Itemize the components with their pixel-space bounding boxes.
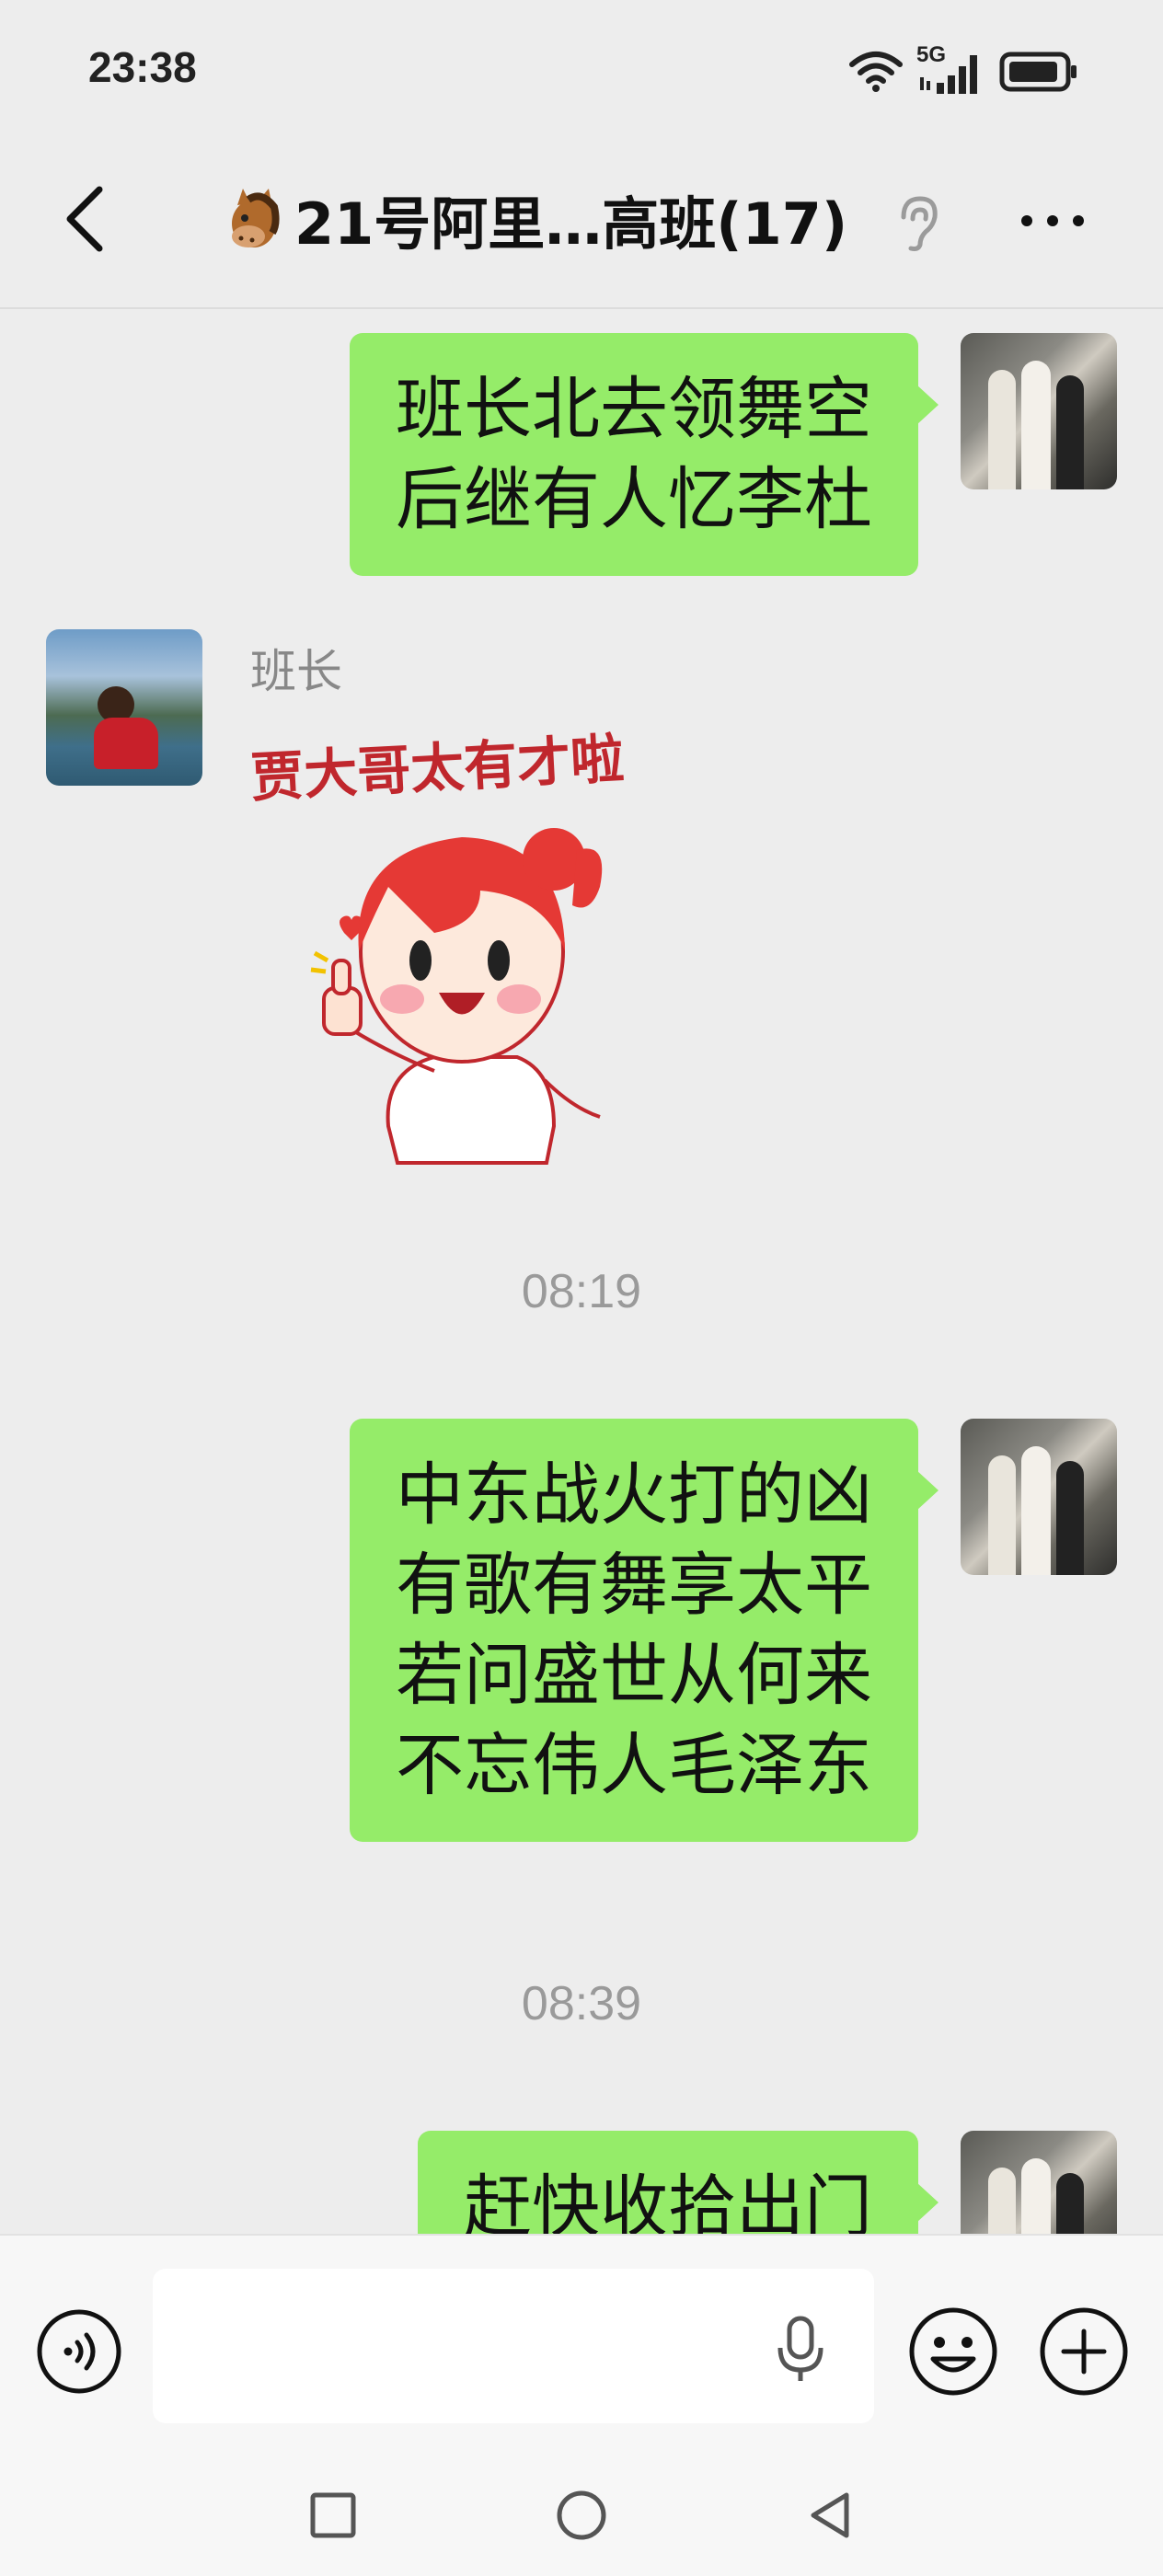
battery-icon [999,52,1077,92]
status-bar: 23:38 5G [0,0,1163,138]
message-line: 中东战火打的凶 [396,1455,872,1535]
chat-title-group[interactable]: 21号阿里…高班(17) [221,182,847,258]
message-line: 后继有人忆李杜 [396,460,872,539]
sender-name: 班长 [250,645,342,698]
message-bubble[interactable]: 赶快收拾出门 [418,2131,938,2234]
recent-apps-icon[interactable] [305,2488,361,2543]
earpiece-mode-icon [901,196,938,251]
emoji-icon[interactable] [907,2306,999,2398]
message-line: 有歌有舞享太平 [396,1546,872,1625]
voice-icon[interactable] [35,2307,123,2396]
message-bubble[interactable]: 中东战火打的凶 有歌有舞享太平 若问盛世从何来 不忘伟人毛泽东 [350,1419,938,1842]
message-list[interactable]: 班长北去领舞空 后继有人忆李杜 班长 贾大哥太有才啦 08:19 中东战火打的凶… [0,311,1163,2234]
message-line: 赶快收拾出门 [464,2168,872,2234]
self-avatar[interactable] [961,1419,1117,1575]
status-icons: 5G [848,42,1078,98]
timestamp: 08:19 [521,1265,642,1318]
message-line: 班长北去领舞空 [396,370,872,449]
chat-header: 21号阿里…高班(17) [0,138,1163,309]
status-time: 23:38 [88,43,197,91]
cartoon-girl-thumbs-up-icon [310,828,603,1165]
plus-icon[interactable] [1038,2306,1130,2398]
signal-icon: 5G [916,42,986,98]
message-line: 若问盛世从何来 [396,1636,872,1715]
back-triangle-icon[interactable] [802,2488,858,2543]
self-avatar[interactable] [961,2131,1117,2234]
more-dots-icon[interactable] [1016,202,1089,239]
timestamp: 08:39 [521,1977,642,2030]
back-chevron-icon[interactable] [53,182,118,256]
message-bubble[interactable]: 班长北去领舞空 后继有人忆李杜 [350,333,938,576]
wifi-icon [849,52,903,92]
chat-title: 21号阿里…高班(17) [294,190,848,258]
self-avatar[interactable] [961,333,1117,489]
sender-avatar[interactable] [46,629,202,786]
system-navigation-bar [0,2455,1163,2576]
mic-icon[interactable] [773,2315,828,2385]
horse-face-icon [232,189,280,247]
sticker-message[interactable]: 贾大哥太有才啦 [249,725,655,1176]
message-input[interactable] [153,2269,874,2423]
home-icon[interactable] [554,2488,609,2543]
message-line: 不忘伟人毛泽东 [396,1726,872,1805]
input-bar [0,2234,1163,2455]
